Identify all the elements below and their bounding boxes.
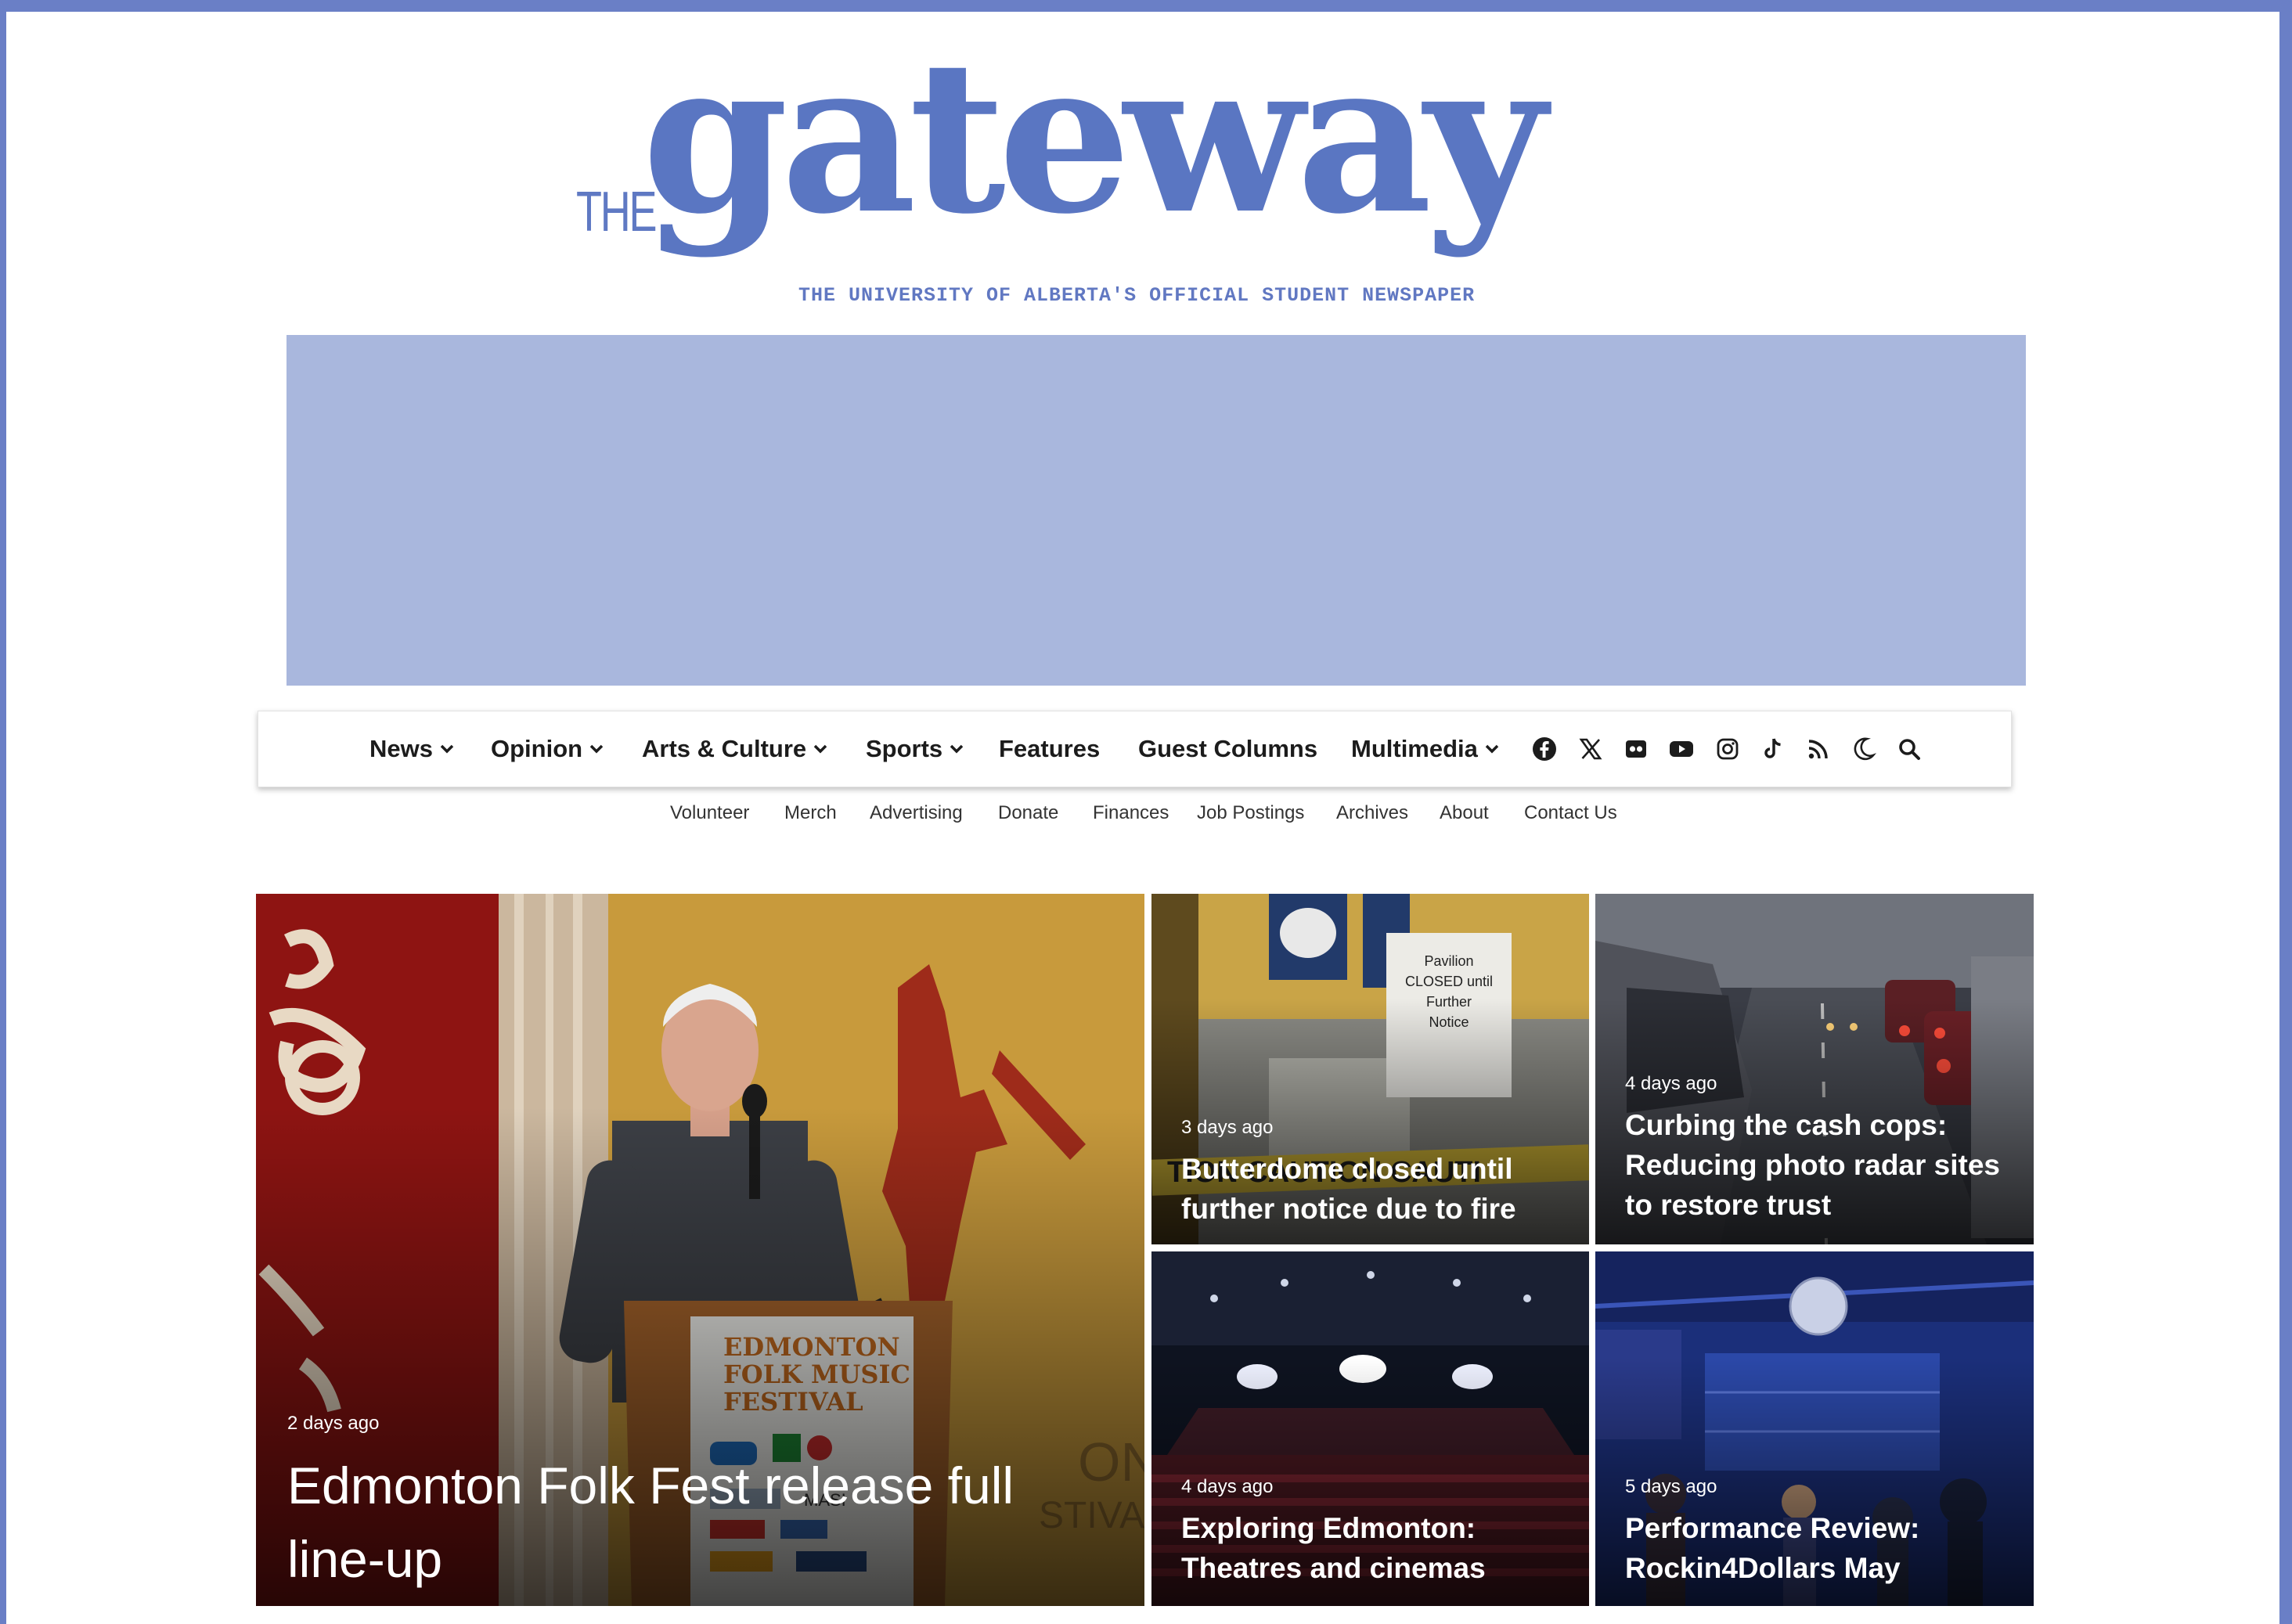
rss-icon[interactable] (1806, 736, 1831, 762)
chevron-down-icon (1485, 744, 1499, 754)
nav-arts-culture[interactable]: Arts & Culture (642, 711, 827, 787)
nav-merch[interactable]: Merch (784, 802, 837, 824)
story-title[interactable]: Butterdome closed until further notice d… (1181, 1149, 1580, 1229)
nav-guest-columns-label: Guest Columns (1138, 735, 1318, 762)
nav-opinion[interactable]: Opinion (491, 711, 604, 787)
featured-main-story[interactable]: ON STIVAL EDMONTON FOLK MUSIC FESTIVAL M… (256, 894, 1144, 1606)
nav-features[interactable]: Features (999, 711, 1100, 787)
story-date: 4 days ago (1181, 1476, 1274, 1497)
secondary-navigation: Volunteer Merch Advertising Donate Finan… (6, 802, 2279, 834)
chevron-down-icon (950, 744, 964, 754)
nav-sports[interactable]: Sports (866, 711, 964, 787)
story-date: 2 days ago (287, 1413, 380, 1434)
nav-volunteer[interactable]: Volunteer (670, 802, 749, 824)
story-card-butterdome[interactable]: Pavilion CLOSED until Further Notice TIO… (1151, 894, 1589, 1244)
story-card-photo-radar[interactable]: 4 days ago Curbing the cash cops: Reduci… (1595, 894, 2034, 1244)
x-icon[interactable] (1578, 736, 1603, 762)
svg-text:CLOSED until: CLOSED until (1405, 974, 1493, 989)
chevron-down-icon (589, 744, 604, 754)
nav-features-label: Features (999, 735, 1101, 762)
nav-sports-label: Sports (866, 735, 943, 762)
nav-about[interactable]: About (1440, 802, 1489, 824)
tiktok-icon[interactable] (1760, 736, 1786, 762)
nav-news[interactable]: News (369, 711, 454, 787)
youtube-icon[interactable] (1669, 736, 1694, 762)
chevron-down-icon (813, 744, 827, 754)
nav-news-label: News (369, 735, 433, 762)
story-title[interactable]: Edmonton Folk Fest release full line-up (287, 1449, 1101, 1596)
nav-multimedia[interactable]: Multimedia (1351, 711, 1499, 787)
logo-tagline: THE UNIVERSITY OF ALBERTA'S OFFICIAL STU… (798, 284, 1476, 307)
nav-advertising[interactable]: Advertising (870, 802, 963, 824)
ad-banner[interactable] (286, 335, 2026, 686)
chevron-down-icon (440, 744, 454, 754)
instagram-icon[interactable] (1715, 736, 1740, 762)
nav-job-postings[interactable]: Job Postings (1197, 802, 1304, 824)
nav-finances[interactable]: Finances (1093, 802, 1169, 824)
story-title[interactable]: Performance Review: Rockin4Dollars May (1625, 1508, 2024, 1588)
svg-text:Pavilion: Pavilion (1424, 953, 1473, 969)
nav-guest-columns[interactable]: Guest Columns (1138, 711, 1317, 787)
story-date: 5 days ago (1625, 1476, 1717, 1497)
flickr-icon[interactable] (1624, 736, 1649, 762)
nav-donate[interactable]: Donate (998, 802, 1058, 824)
nav-opinion-label: Opinion (491, 735, 583, 762)
nav-arts-culture-label: Arts & Culture (642, 735, 807, 762)
story-date: 3 days ago (1181, 1117, 1274, 1138)
dark-mode-icon[interactable] (1851, 736, 1876, 762)
nav-contact-us[interactable]: Contact Us (1524, 802, 1617, 824)
story-title[interactable]: Curbing the cash cops: Reducing photo ra… (1625, 1105, 2024, 1225)
story-date: 4 days ago (1625, 1073, 1717, 1094)
site-logo[interactable]: THE gateway THE UNIVERSITY OF ALBERTA'S … (570, 33, 1713, 337)
search-icon[interactable] (1897, 736, 1922, 762)
story-card-rockin4dollars[interactable]: 5 days ago Performance Review: Rockin4Do… (1595, 1251, 2034, 1606)
facebook-icon[interactable] (1532, 736, 1557, 762)
nav-archives[interactable]: Archives (1336, 802, 1408, 824)
story-title[interactable]: Exploring Edmonton: Theatres and cinemas (1181, 1508, 1580, 1588)
page: THE gateway THE UNIVERSITY OF ALBERTA'S … (6, 12, 2279, 1624)
story-card-theatres[interactable]: 4 days ago Exploring Edmonton: Theatres … (1151, 1251, 1589, 1606)
nav-multimedia-label: Multimedia (1351, 735, 1478, 762)
main-navigation: News Opinion Arts & Culture Sports Featu… (258, 711, 2012, 787)
logo-wordmark: gateway (642, 14, 1546, 261)
